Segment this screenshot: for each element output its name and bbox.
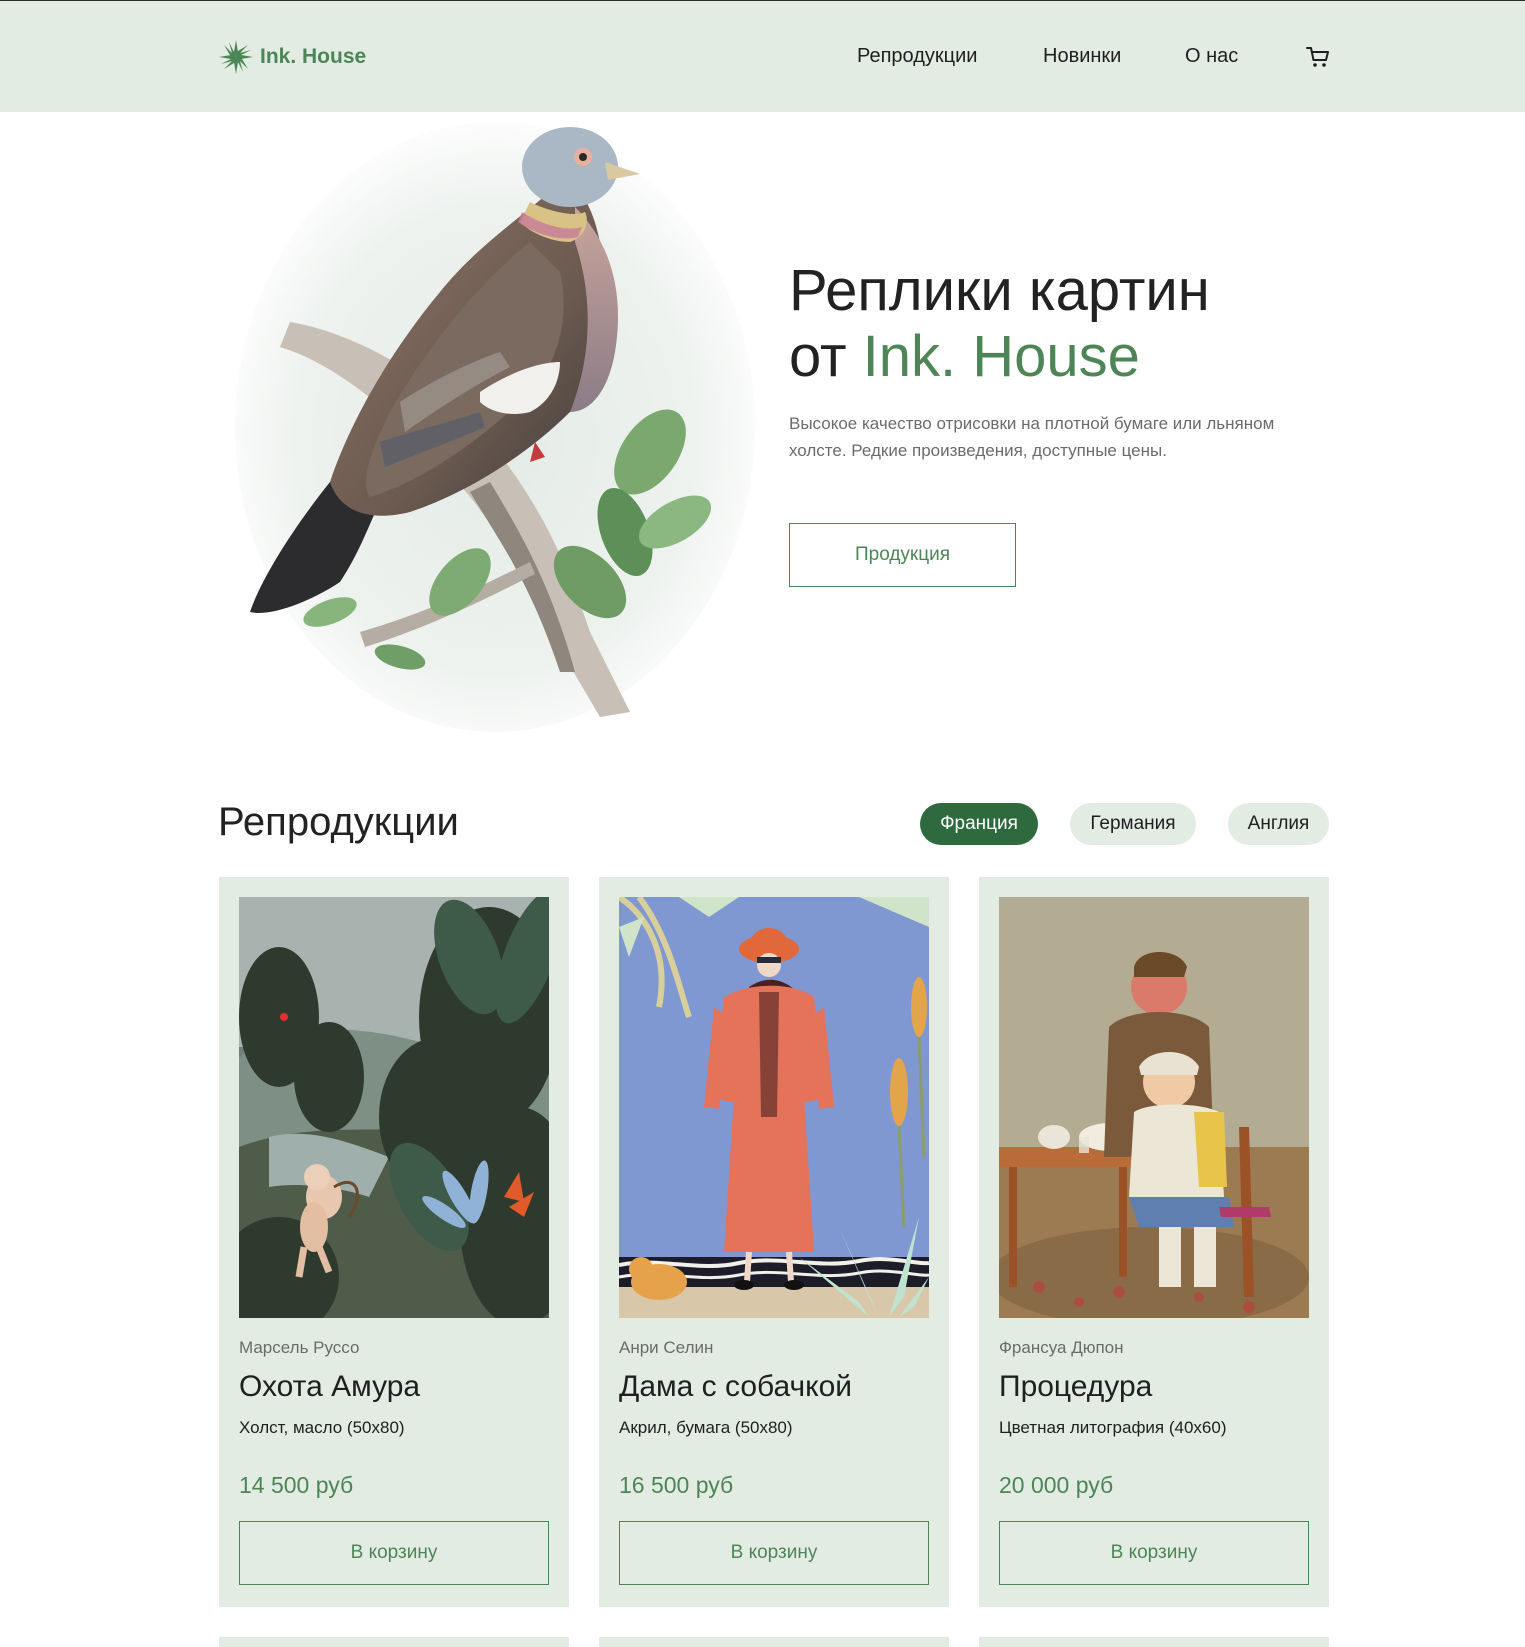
product-card-peek: [979, 1637, 1329, 1647]
painting-procedure: [999, 897, 1309, 1318]
hero-title: Реплики картин от Ink. House: [789, 258, 1210, 390]
product-image-procedure[interactable]: [999, 897, 1309, 1318]
logo-text: Ink. House: [260, 45, 367, 68]
card-author: Марсель Руссо: [239, 1338, 360, 1357]
filter-france[interactable]: Франция: [920, 803, 1038, 845]
product-image-lady[interactable]: [619, 897, 929, 1318]
cart-icon[interactable]: [1305, 44, 1331, 70]
hero-title-accent: Ink. House: [862, 324, 1140, 389]
nav-item-new[interactable]: Новинки: [1043, 45, 1121, 68]
painting-lady: [619, 897, 929, 1318]
nav-item-reproductions[interactable]: Репродукции: [857, 45, 977, 68]
card-material: Холст, масло (50x80): [239, 1418, 405, 1437]
product-card-peek: [219, 1637, 569, 1647]
card-price: 14 500 руб: [239, 1472, 354, 1498]
logo[interactable]: Ink. House: [218, 39, 366, 75]
card-author: Анри Селин: [619, 1338, 714, 1357]
card-title[interactable]: Дама с собачкой: [619, 1370, 852, 1404]
filter-germany[interactable]: Германия: [1070, 803, 1196, 845]
painting-cupid: [239, 897, 549, 1318]
add-to-cart-button[interactable]: В корзину: [239, 1521, 549, 1585]
card-material: Акрил, бумага (50x80): [619, 1418, 793, 1437]
hero-pigeon-illustration: [235, 122, 755, 732]
product-card: Франсуа Дюпон Процедура Цветная литограф…: [979, 877, 1329, 1607]
hero-title-line1: Реплики картин: [789, 258, 1210, 323]
card-price: 16 500 руб: [619, 1472, 734, 1498]
card-author: Франсуа Дюпон: [999, 1338, 1124, 1357]
card-title[interactable]: Процедура: [999, 1370, 1152, 1404]
hero-title-prefix: от: [789, 324, 863, 389]
add-to-cart-button[interactable]: В корзину: [619, 1521, 929, 1585]
hero-title-line2: от Ink. House: [789, 324, 1210, 390]
product-card: Анри Селин Дама с собачкой Акрил, бумага…: [599, 877, 949, 1607]
card-price: 20 000 руб: [999, 1472, 1114, 1498]
card-title[interactable]: Охота Амура: [239, 1370, 420, 1404]
product-image-cupid[interactable]: [239, 897, 549, 1318]
site-header: Ink. House Репродукции Новинки О нас: [0, 0, 1525, 112]
hero-description: Высокое качество отрисовки на плотной бу…: [789, 414, 1275, 460]
filter-england[interactable]: Англия: [1228, 803, 1329, 845]
product-card: Марсель Руссо Охота Амура Холст, масло (…: [219, 877, 569, 1607]
nav-item-about[interactable]: О нас: [1185, 45, 1238, 68]
card-material: Цветная литография (40x60): [999, 1418, 1227, 1437]
product-card-peek: [599, 1637, 949, 1647]
products-button[interactable]: Продукция: [789, 523, 1016, 587]
starburst-icon: [219, 40, 253, 74]
add-to-cart-button[interactable]: В корзину: [999, 1521, 1309, 1585]
section-title: Репродукции: [218, 800, 459, 844]
